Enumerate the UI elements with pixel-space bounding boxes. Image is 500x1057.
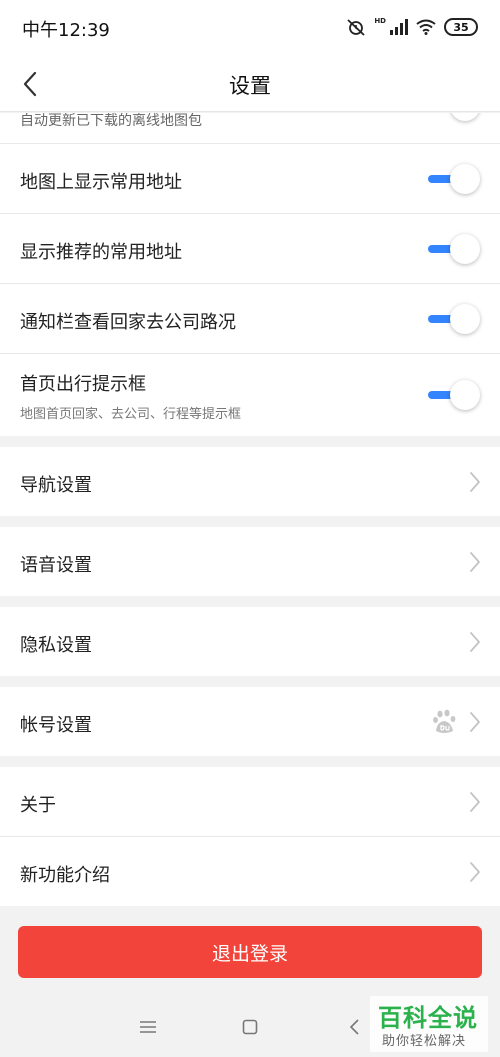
wifi-icon	[416, 19, 436, 35]
chevron-right-icon	[470, 712, 480, 732]
home-square-icon	[242, 1019, 258, 1035]
menu-item-new-features[interactable]: 新功能介绍	[0, 837, 500, 906]
show-common-address-toggle[interactable]	[428, 164, 480, 194]
menu-item-navigation-settings[interactable]: 导航设置	[0, 447, 500, 516]
back-triangle-icon	[349, 1019, 359, 1035]
settings-item-show-recommended-address[interactable]: 显示推荐的常用地址	[0, 214, 500, 283]
notification-traffic-toggle[interactable]	[428, 304, 480, 334]
baidu-paw-icon	[433, 709, 456, 733]
chevron-right-icon	[470, 632, 480, 652]
chevron-right-icon	[470, 792, 480, 812]
menu-item-label: 隐私设置	[20, 635, 92, 656]
hd-indicator: HD	[374, 17, 386, 25]
menu-item-voice-settings[interactable]: 语音设置	[0, 527, 500, 596]
watermark-subtitle: 助你轻松解决	[382, 1034, 467, 1049]
toggle-item-label: 通知栏查看回家去公司路况	[20, 312, 236, 333]
status-time: 中午12:39	[22, 20, 110, 41]
menu-item-label: 关于	[20, 795, 56, 816]
menu-item-account-settings[interactable]: 帐号设置	[0, 687, 500, 756]
logout-label: 退出登录	[211, 942, 288, 965]
menu-icon	[140, 1021, 156, 1033]
battery-level: 35	[453, 20, 469, 34]
home-travel-prompt-toggle[interactable]	[428, 380, 480, 410]
menu-item-privacy-settings[interactable]: 隐私设置	[0, 607, 500, 676]
page-title: 设置	[229, 74, 271, 98]
battery-indicator: 35	[444, 18, 478, 36]
toggle-knob	[450, 304, 480, 334]
show-recommended-address-toggle[interactable]	[428, 234, 480, 264]
toggle-item-label: 显示推荐的常用地址	[20, 242, 182, 263]
settings-item-show-common-address[interactable]: 地图上显示常用地址	[0, 144, 500, 213]
settings-item-home-travel-prompt[interactable]: 首页出行提示框 地图首页回家、去公司、行程等提示框	[0, 354, 500, 436]
partial-item-label: 自动更新已下载的离线地图包	[20, 113, 202, 129]
watermark-title: 百科全说	[378, 1004, 478, 1032]
settings-item-offline-update[interactable]: 自动更新已下载的离线地图包	[0, 113, 500, 143]
menu-item-label: 语音设置	[20, 555, 92, 576]
logout-button[interactable]: 退出登录	[18, 926, 482, 978]
menu-item-label: 导航设置	[20, 475, 92, 496]
chevron-right-icon	[470, 862, 480, 882]
menu-item-about[interactable]: 关于	[0, 767, 500, 836]
status-bar: 中午12:39 HD 35	[0, 0, 500, 56]
system-back-button[interactable]	[342, 1015, 366, 1039]
offline-update-toggle[interactable]	[428, 113, 480, 121]
toggle-knob	[450, 113, 480, 121]
menu-item-label: 新功能介绍	[20, 865, 110, 886]
toggle-item-label: 地图上显示常用地址	[20, 172, 182, 193]
title-bar: 设置	[0, 56, 500, 112]
signal-icon	[390, 19, 408, 35]
alarm-off-icon	[347, 19, 365, 36]
toggle-knob	[450, 234, 480, 264]
toggle-item-subtitle: 地图首页回家、去公司、行程等提示框	[20, 407, 242, 422]
menu-item-label: 帐号设置	[20, 715, 92, 736]
home-button[interactable]	[238, 1015, 262, 1039]
settings-item-notification-traffic[interactable]: 通知栏查看回家去公司路况	[0, 284, 500, 353]
status-icons: HD 35	[346, 16, 478, 38]
chevron-right-icon	[470, 552, 480, 572]
watermark: 百科全说 助你轻松解决	[370, 996, 488, 1052]
chevron-right-icon	[470, 472, 480, 492]
toggle-item-label: 首页出行提示框	[20, 374, 146, 395]
toggle-knob	[450, 164, 480, 194]
toggle-knob	[450, 380, 480, 410]
menu-button[interactable]	[136, 1015, 160, 1039]
